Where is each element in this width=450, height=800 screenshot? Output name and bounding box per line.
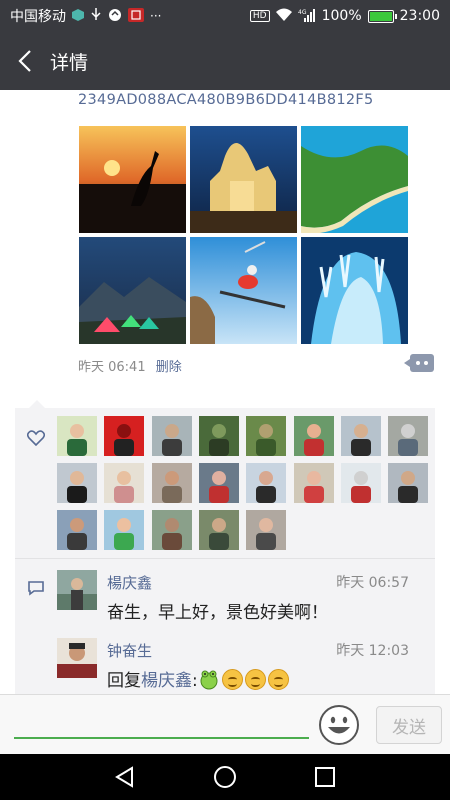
smile-emoji-icon xyxy=(244,669,266,690)
like-avatar[interactable] xyxy=(198,463,239,503)
commenter-name[interactable]: 钟奋生 xyxy=(107,640,152,661)
battery-fill xyxy=(369,11,392,21)
like-avatar[interactable] xyxy=(57,510,97,550)
signal-icon: 4G xyxy=(298,8,316,25)
carrier-label: 中国移动 xyxy=(10,9,66,25)
like-avatar[interactable] xyxy=(104,463,145,503)
app-notification-icon xyxy=(72,8,84,24)
photo-sunset-crane[interactable] xyxy=(79,126,186,233)
status-bar: 中国移动 ··· HD 4G 100% 23:00 xyxy=(0,0,450,32)
clock: 23:00 xyxy=(399,8,440,24)
comment-text: 回复楊庆鑫: xyxy=(107,666,291,691)
like-avatar[interactable] xyxy=(246,510,287,550)
commenter-name[interactable]: 楊庆鑫 xyxy=(107,572,152,593)
wifi-icon xyxy=(275,8,292,24)
smile-emoji-icon xyxy=(267,669,289,690)
frog-emoji-icon xyxy=(198,668,220,690)
nav-back-icon[interactable] xyxy=(112,764,138,790)
heart-icon xyxy=(27,430,45,446)
comment-input[interactable] xyxy=(14,703,309,735)
like-avatar[interactable] xyxy=(151,416,192,456)
photo-skier-jump[interactable] xyxy=(190,237,297,344)
nav-recents-icon[interactable] xyxy=(312,764,338,790)
like-avatar[interactable] xyxy=(340,416,381,456)
comment-text: 奋生，早上好，景色好美啊！ xyxy=(107,603,328,623)
post-time: 昨天 06:41 xyxy=(78,360,146,375)
title-bar: 详情 xyxy=(0,32,450,90)
like-avatar[interactable] xyxy=(104,416,145,456)
commenter-avatar[interactable] xyxy=(57,570,97,610)
comment-action-button[interactable] xyxy=(404,354,434,372)
battery-icon xyxy=(367,9,397,23)
usb-icon xyxy=(90,7,102,25)
more-notifications-icon: ··· xyxy=(150,9,162,23)
chevron-left-icon xyxy=(18,50,31,72)
send-button[interactable]: 发送 xyxy=(376,706,442,744)
hd-badge: HD xyxy=(249,10,270,22)
like-avatar[interactable] xyxy=(340,463,381,503)
like-avatar[interactable] xyxy=(388,416,429,456)
battery-percent: 100% xyxy=(321,8,362,24)
post-text: 2349AD088ACA480B9B6DD414B812F5 xyxy=(78,92,374,108)
like-avatar[interactable] xyxy=(246,416,287,456)
like-avatar[interactable] xyxy=(293,463,334,503)
like-avatar[interactable] xyxy=(198,416,239,456)
system-nav-bar xyxy=(0,754,450,800)
photo-coastline-aerial[interactable] xyxy=(301,126,408,233)
like-avatar[interactable] xyxy=(57,416,97,456)
input-underline xyxy=(14,737,309,739)
post-meta: 昨天 06:41 删除 xyxy=(78,356,182,375)
photo-tents-starry-night[interactable] xyxy=(79,237,186,344)
photo-grid xyxy=(79,126,409,344)
divider xyxy=(15,558,435,559)
reply-to-name[interactable]: 楊庆鑫 xyxy=(141,671,192,691)
photo-ice-cave[interactable] xyxy=(301,237,408,344)
comment-input-bar: 发送 xyxy=(0,694,450,754)
emoji-button[interactable] xyxy=(318,704,360,746)
photo-cathedral-night[interactable] xyxy=(190,126,297,233)
like-avatar[interactable] xyxy=(151,510,192,550)
commenter-avatar[interactable] xyxy=(57,638,97,678)
reply-prefix: 回复 xyxy=(107,671,141,691)
page-title: 详情 xyxy=(50,51,89,74)
like-avatar[interactable] xyxy=(246,463,287,503)
comment-time: 昨天 06:57 xyxy=(336,575,409,591)
back-button[interactable] xyxy=(0,32,50,90)
delete-link[interactable]: 删除 xyxy=(156,360,182,375)
comment-time: 昨天 12:03 xyxy=(336,643,409,659)
like-avatar[interactable] xyxy=(388,463,429,503)
like-avatar[interactable] xyxy=(293,416,334,456)
interaction-panel: 楊庆鑫 昨天 06:57 奋生，早上好，景色好美啊！ 钟奋生 昨天 12:03 … xyxy=(15,400,435,694)
smile-emoji-icon xyxy=(221,669,243,690)
nav-home-icon[interactable] xyxy=(212,764,238,790)
location-icon xyxy=(108,8,122,25)
comment-item[interactable]: 钟奋生 昨天 12:03 回复楊庆鑫: xyxy=(57,638,435,694)
network-type-label: 4G xyxy=(298,9,307,16)
like-avatar[interactable] xyxy=(104,510,145,550)
mail-notification-icon xyxy=(128,7,144,25)
like-avatar[interactable] xyxy=(151,463,192,503)
moment-detail: 2349AD088ACA480B9B6DD414B812F5 昨天 06:41 … xyxy=(0,90,450,694)
comment-icon xyxy=(28,581,44,596)
dot-icon xyxy=(416,361,420,365)
like-avatar[interactable] xyxy=(57,463,97,503)
dot-icon xyxy=(424,361,428,365)
comment-item[interactable]: 楊庆鑫 昨天 06:57 奋生，早上好，景色好美啊！ xyxy=(57,570,435,630)
like-avatar[interactable] xyxy=(198,510,239,550)
